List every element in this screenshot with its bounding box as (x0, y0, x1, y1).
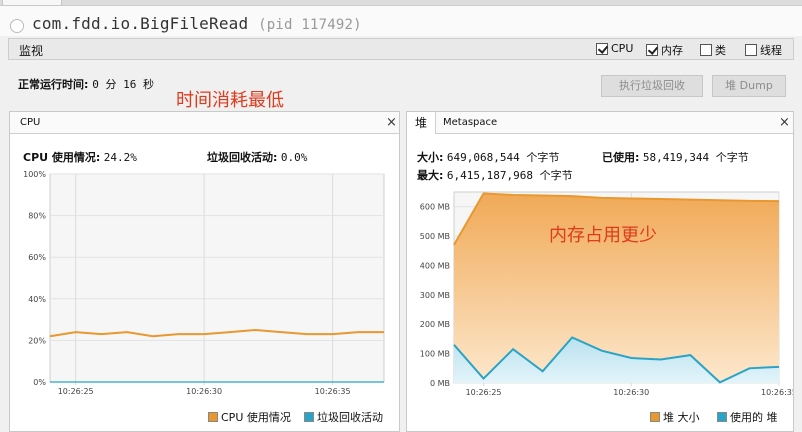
gc-activity-stat: 垃圾回收活动: 0.0% (207, 151, 308, 164)
legend-swatch (650, 412, 660, 422)
y-tick-label: 300 MB (420, 291, 450, 300)
plot-area (49, 173, 385, 383)
tab-heap[interactable]: 堆 (407, 112, 437, 134)
x-tick-label: 10:26:30 (613, 388, 649, 397)
heap-chart: 0 MB 100 MB 200 MB 300 MB 400 MB 500 MB 600 MB… (420, 191, 793, 397)
memory-panel: 堆 Metaspace × 大小: 649,068,544 个字节 已使用: 5… (406, 111, 794, 432)
annotation-left: 时间消耗最低 (176, 90, 284, 111)
cpu-usage-stat: CPU 使用情况: 24.2% (23, 151, 137, 164)
monitor-bar: 监视 CPU 内存 类 线程 (8, 38, 794, 60)
heap-size-legend-item: 堆 大小 (650, 409, 700, 425)
title-bar: com.fdd.io.BigFileRead (pid 117492) (0, 6, 802, 36)
y-tick-label: 600 MB (420, 203, 450, 212)
checkbox-cpu[interactable]: CPU (596, 42, 633, 55)
tab-cpu[interactable]: CPU (12, 112, 48, 134)
gc-legend-item: 垃圾回收活动 (304, 409, 383, 425)
checkbox-memory[interactable]: 内存 (646, 42, 683, 58)
gc-button[interactable]: 执行垃圾回收 (601, 75, 703, 97)
y-tick-label: 20% (28, 336, 46, 345)
checkbox-box (596, 42, 608, 55)
checkbox-threads[interactable]: 线程 (745, 42, 782, 58)
y-tick-label: 0% (33, 378, 46, 387)
uptime: 正常运行时间: 0 分 16 秒 (18, 78, 154, 91)
y-tick-label: 100% (23, 170, 46, 179)
cpu-chart: 0% 20% 40% 60% 80% 100% 10:26:25 10:26:30 10:26:… (23, 170, 385, 396)
close-icon[interactable]: × (779, 115, 790, 130)
y-tick-label: 80% (28, 212, 46, 221)
x-tick-label: 10:26:25 (466, 388, 502, 397)
heap-max-stat: 最大: 6,415,187,968 个字节 (417, 169, 573, 182)
cpu-panel: CPU × CPU 使用情况: 24.2% 垃圾回收活动: 0.0% 0% 20%… (9, 111, 400, 432)
x-tick-label: 10:26:35 (315, 387, 351, 396)
heap-used-stat: 已使用: 58,419,344 个字节 (602, 151, 749, 164)
y-tick-label: 500 MB (420, 232, 450, 241)
heap-dump-button[interactable]: 堆 Dump (712, 75, 786, 97)
x-tick-label: 10:26:25 (58, 387, 94, 396)
y-tick-label: 0 MB (430, 379, 450, 388)
annotation-right: 内存占用更少 (549, 225, 657, 246)
cpu-legend-item: CPU 使用情况 (208, 409, 291, 425)
used-heap-legend-item: 使用的 堆 (717, 409, 778, 425)
memory-panel-header: 堆 Metaspace × (407, 112, 793, 134)
legend-swatch (304, 412, 314, 422)
close-icon[interactable]: × (386, 115, 397, 130)
checkbox-classes[interactable]: 类 (700, 42, 726, 58)
y-tick-label: 40% (28, 295, 46, 304)
y-tick-label: 200 MB (420, 320, 450, 329)
pid-label: (pid 117492) (258, 17, 362, 33)
x-tick-label: 10:26:35 (761, 388, 793, 397)
heap-size-stat: 大小: 649,068,544 个字节 (417, 151, 560, 164)
monitor-label: 监视 (19, 44, 44, 58)
uptime-value: 0 分 16 秒 (92, 78, 154, 91)
y-tick-label: 400 MB (420, 261, 450, 270)
checkbox-box (700, 44, 712, 56)
app-icon (10, 19, 24, 33)
y-tick-label: 100 MB (420, 350, 450, 359)
legend-swatch (717, 412, 727, 422)
cpu-panel-header: CPU × (10, 112, 399, 134)
y-tick-label: 60% (28, 253, 46, 262)
checkbox-box (745, 44, 757, 56)
checkbox-box (646, 44, 658, 56)
legend-swatch (208, 412, 218, 422)
x-tick-label: 10:26:30 (186, 387, 222, 396)
tab-metaspace[interactable]: Metaspace (435, 112, 505, 134)
app-title: com.fdd.io.BigFileRead (pid 117492) (32, 14, 362, 33)
